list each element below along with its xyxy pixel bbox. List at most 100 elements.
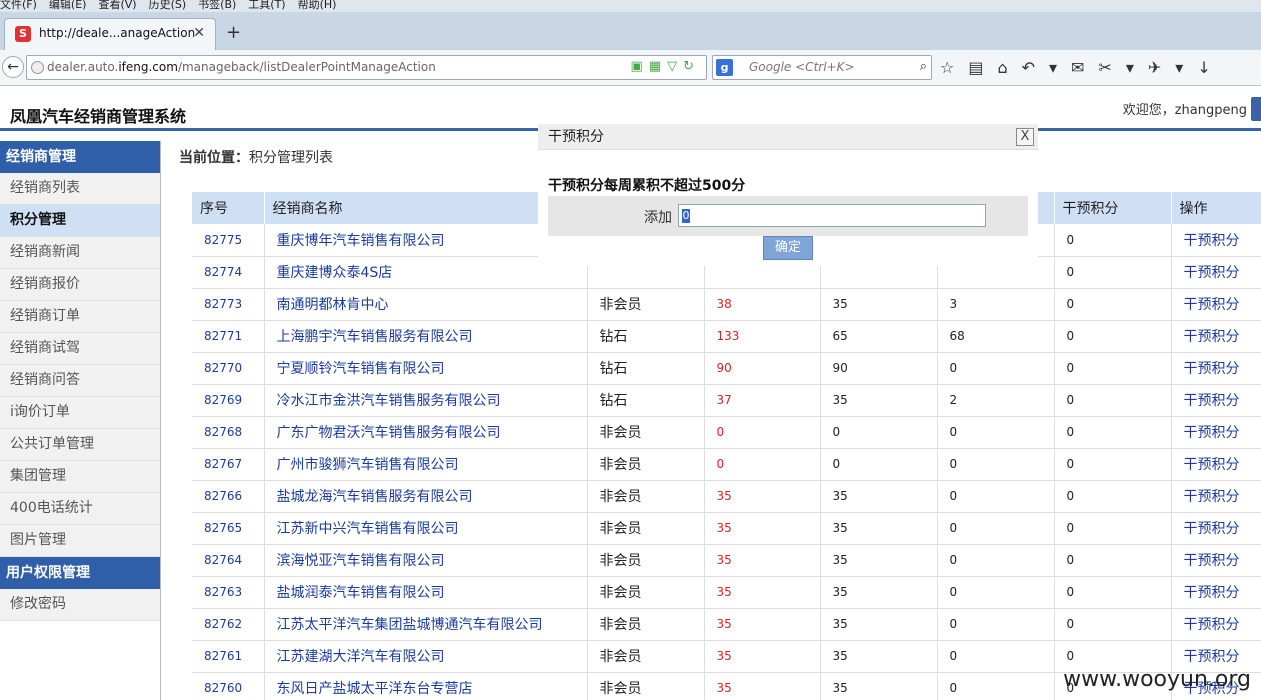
sidebar-item[interactable]: 400电话统计 xyxy=(0,493,160,525)
dealer-name-link[interactable]: 江苏太平洋汽车集团盐城博通汽车有限公司 xyxy=(264,608,588,641)
new-tab-icon[interactable]: + xyxy=(226,22,241,43)
row-id-link[interactable]: 82773 xyxy=(192,288,265,321)
row-id-link[interactable]: 82768 xyxy=(192,416,265,449)
sidebar-item[interactable]: 经销商列表 xyxy=(0,173,160,205)
sidebar-section-header[interactable]: 用户权限管理 xyxy=(0,557,160,589)
member-level: 非会员 xyxy=(587,288,705,321)
table-row: 82764 滨海悦亚汽车销售有限公司 非会员 35 35 0 0 干预积分 xyxy=(192,544,1261,577)
menu-item[interactable]: 查看(V) xyxy=(98,0,136,10)
intervened-points: 0 xyxy=(1054,384,1172,417)
header-button[interactable] xyxy=(1251,97,1261,121)
row-id-link[interactable]: 82765 xyxy=(192,512,265,545)
dealer-name-link[interactable]: 东风日产盐城太平洋东台专营店 xyxy=(264,672,588,700)
intervene-points-link[interactable]: 干预积分 xyxy=(1171,512,1261,545)
intervene-points-link[interactable]: 干预积分 xyxy=(1171,416,1261,449)
dealer-name-link[interactable]: 江苏建湖大洋汽车有限公司 xyxy=(264,640,588,673)
row-id-link[interactable]: 82774 xyxy=(192,256,265,289)
dealer-name-link[interactable]: 盐城龙海汽车销售服务有限公司 xyxy=(264,480,588,513)
sidebar-item[interactable]: 图片管理 xyxy=(0,525,160,557)
intervene-points-link[interactable]: 干预积分 xyxy=(1171,320,1261,353)
member-level: 非会员 xyxy=(587,512,705,545)
back-arrow-icon[interactable]: ← xyxy=(2,56,24,78)
row-id-link[interactable]: 82775 xyxy=(192,224,265,257)
row-id-link[interactable]: 82767 xyxy=(192,448,265,481)
points-value: 0 xyxy=(937,352,1055,385)
dealer-name-link[interactable]: 盐城润泰汽车销售有限公司 xyxy=(264,576,588,609)
sidebar-item[interactable]: 经销商新闻 xyxy=(0,237,160,269)
sidebar-item[interactable]: 经销商试驾 xyxy=(0,333,160,365)
dealer-name-link[interactable]: 上海鹏宇汽车销售服务有限公司 xyxy=(264,320,588,353)
intervene-points-link[interactable]: 干预积分 xyxy=(1171,480,1261,513)
dealer-name-link[interactable]: 冷水江市金洪汽车销售服务有限公司 xyxy=(264,384,588,417)
sidebar-item[interactable]: 积分管理 xyxy=(0,205,160,237)
intervene-points-link[interactable]: 干预积分 xyxy=(1171,544,1261,577)
row-id-link[interactable]: 82764 xyxy=(192,544,265,577)
intervene-points-link[interactable]: 干预积分 xyxy=(1171,384,1261,417)
intervene-points-link[interactable]: 干预积分 xyxy=(1171,448,1261,481)
search-icon[interactable]: ⌕ xyxy=(920,59,927,74)
dealer-name-link[interactable]: 广州市骏狮汽车销售有限公司 xyxy=(264,448,588,481)
intervene-points-link[interactable]: 干预积分 xyxy=(1171,256,1261,289)
welcome-text: 欢迎您，zhangpeng xyxy=(1122,103,1247,118)
dealer-name-link[interactable]: 广东广物君沃汽车销售服务有限公司 xyxy=(264,416,588,449)
points-value: 0 xyxy=(937,576,1055,609)
dealer-name-link[interactable]: 江苏新中兴汽车销售有限公司 xyxy=(264,512,588,545)
sidebar-item[interactable]: 经销商问答 xyxy=(0,365,160,397)
member-level: 钻石 xyxy=(587,384,705,417)
sidebar-section-header[interactable]: 经销商管理 xyxy=(0,141,160,173)
points-value: 35 xyxy=(820,672,938,700)
row-id-link[interactable]: 82762 xyxy=(192,608,265,641)
menu-item[interactable]: 书签(B) xyxy=(198,0,236,10)
menu-item[interactable]: 历史(S) xyxy=(149,0,187,10)
intervene-points-link[interactable]: 干预积分 xyxy=(1171,352,1261,385)
sidebar-item[interactable]: 集团管理 xyxy=(0,461,160,493)
tab-title: http://deale...anageAction xyxy=(39,26,196,40)
sidebar-item[interactable]: 经销商订单 xyxy=(0,301,160,333)
points-value: 90 xyxy=(820,352,938,385)
points-value: 35 xyxy=(820,608,938,641)
sidebar-item[interactable]: i询价订单 xyxy=(0,397,160,429)
row-id-link[interactable]: 82771 xyxy=(192,320,265,353)
table-row: 82765 江苏新中兴汽车销售有限公司 非会员 35 35 0 0 干预积分 xyxy=(192,512,1261,545)
table-row: 82770 宁夏顺铃汽车销售有限公司 钻石 90 90 0 0 干预积分 xyxy=(192,352,1261,385)
row-id-link[interactable]: 82769 xyxy=(192,384,265,417)
member-level: 钻石 xyxy=(587,352,705,385)
dealer-name-link[interactable]: 南通明都林肯中心 xyxy=(264,288,588,321)
menu-item[interactable]: 编辑(E) xyxy=(49,0,87,10)
row-id-link[interactable]: 82760 xyxy=(192,672,265,700)
confirm-button[interactable]: 确定 xyxy=(763,236,813,260)
sidebar-item[interactable]: 经销商报价 xyxy=(0,269,160,301)
address-bar-icons[interactable]: ▣▦▽↻ xyxy=(631,59,700,74)
table-row: 82768 广东广物君沃汽车销售服务有限公司 非会员 0 0 0 0 干预积分 xyxy=(192,416,1261,449)
sidebar-item[interactable]: 修改密码 xyxy=(0,589,160,621)
google-icon[interactable]: g xyxy=(716,59,733,76)
intervene-points-link[interactable]: 干预积分 xyxy=(1171,608,1261,641)
menu-item[interactable]: 工具(T) xyxy=(248,0,285,10)
address-bar[interactable]: dealer.auto.ifeng.com/manageback/listDea… xyxy=(26,55,707,80)
dialog-title: 干预积分 xyxy=(538,124,1038,150)
app-title: 凤凰汽车经销商管理系统 xyxy=(10,107,187,126)
browser-tab[interactable]: S http://deale...anageAction ✕ xyxy=(4,18,216,50)
intervene-points-link[interactable]: 干预积分 xyxy=(1171,288,1261,321)
sidebar-item[interactable]: 公共订单管理 xyxy=(0,429,160,461)
browser-toolbar-icons[interactable]: ☆▤⌂↶▾✉✂▾✈▾↓ xyxy=(940,58,1225,77)
table-row: 82773 南通明都林肯中心 非会员 38 35 3 0 干预积分 xyxy=(192,288,1261,321)
row-id-link[interactable]: 82763 xyxy=(192,576,265,609)
dealer-name-link[interactable]: 宁夏顺铃汽车销售有限公司 xyxy=(264,352,588,385)
intervene-points-link[interactable]: 干预积分 xyxy=(1171,576,1261,609)
globe-icon xyxy=(31,61,44,74)
intervene-points-link[interactable]: 干预积分 xyxy=(1171,224,1261,257)
add-points-input[interactable] xyxy=(678,204,986,227)
row-id-link[interactable]: 82770 xyxy=(192,352,265,385)
close-icon[interactable]: X xyxy=(1016,128,1034,146)
menu-item[interactable]: 帮助(H) xyxy=(298,0,337,10)
points-value: 35 xyxy=(820,384,938,417)
search-bar[interactable]: g Google <Ctrl+K> ⌕ xyxy=(712,55,932,80)
row-id-link[interactable]: 82766 xyxy=(192,480,265,513)
menu-item[interactable]: 文件(F) xyxy=(0,0,37,10)
tab-close-icon[interactable]: ✕ xyxy=(193,25,205,41)
points-table: 序号 经销商名称 干预积分 操作 82775 重庆博年汽车销售有限公司 0 干预积分 8277… xyxy=(192,192,1261,700)
total-points: 35 xyxy=(704,672,821,700)
dealer-name-link[interactable]: 滨海悦亚汽车销售有限公司 xyxy=(264,544,588,577)
row-id-link[interactable]: 82761 xyxy=(192,640,265,673)
